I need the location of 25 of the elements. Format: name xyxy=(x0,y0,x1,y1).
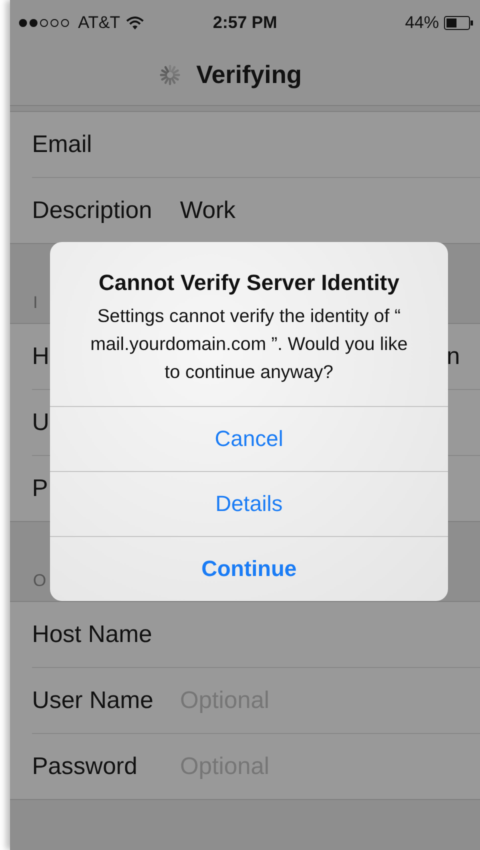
alert-message: Settings cannot verify the identity of “ mail.yourdomain.com ”. Would you like to continue anyway? xyxy=(89,304,409,384)
field-label: Host Name xyxy=(32,620,152,648)
section-header: O xyxy=(33,571,46,591)
alert-button[interactable]: Details xyxy=(50,471,448,536)
field-label: Email xyxy=(32,130,92,158)
signal-icon xyxy=(18,18,72,28)
field-value[interactable]: Work xyxy=(180,196,460,224)
carrier-name: AT&T xyxy=(78,12,120,32)
field-label: H xyxy=(32,342,50,370)
screen-title: Verifying xyxy=(196,60,302,90)
field-label: User Name xyxy=(32,686,154,714)
alert-button[interactable]: Cancel xyxy=(50,406,448,471)
field-label: Password xyxy=(32,752,138,780)
section-header: I xyxy=(33,293,38,313)
field-label: P xyxy=(32,474,48,502)
battery-icon xyxy=(444,16,474,30)
field-label: Description xyxy=(32,196,152,224)
alert-title: Cannot Verify Server Identity xyxy=(98,270,400,296)
field-label: U xyxy=(32,408,50,436)
continue-button[interactable]: Continue xyxy=(50,536,448,601)
spinner-icon xyxy=(158,63,182,87)
wifi-icon xyxy=(126,16,144,30)
status-time: 2:57 PM xyxy=(212,13,278,32)
field-value[interactable]: n xyxy=(446,342,460,370)
battery-percent: 44% xyxy=(404,12,439,32)
